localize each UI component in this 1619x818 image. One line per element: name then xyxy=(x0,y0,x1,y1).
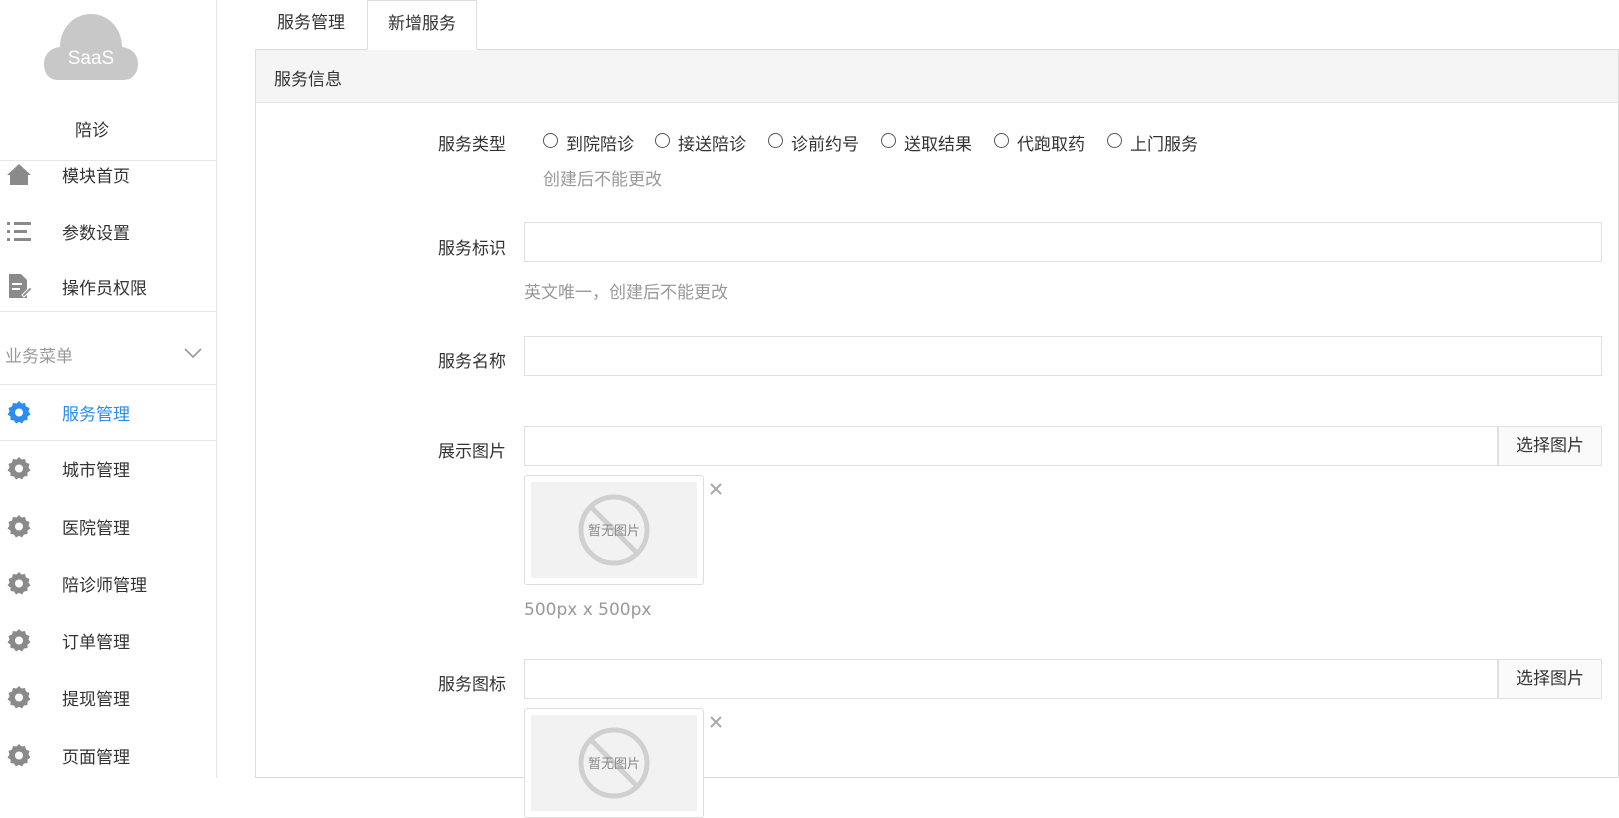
document-edit-icon xyxy=(9,274,32,298)
sidebar-item-operator-permissions[interactable]: 操作员权限 xyxy=(0,265,216,305)
radio-circle xyxy=(543,133,558,148)
radio-option[interactable]: 诊前约号 xyxy=(768,130,859,155)
sidebar-item-page-management[interactable]: 页面管理 xyxy=(0,734,216,774)
divider xyxy=(0,384,216,385)
sidebar: SaaS 陪诊 模块首页 参数设置 操作员权限 业务菜单 服务管理 城市管理 医… xyxy=(0,0,217,778)
radio-option[interactable]: 接送陪诊 xyxy=(655,130,746,155)
sidebar-item-escort-management[interactable]: 陪诊师管理 xyxy=(0,562,216,602)
service-type-label: 服务类型 xyxy=(438,135,506,155)
sidebar-item-label: 操作员权限 xyxy=(62,279,147,299)
service-id-input[interactable] xyxy=(524,222,1602,262)
service-name-label: 服务名称 xyxy=(438,352,506,372)
radio-circle xyxy=(881,133,896,148)
radio-option[interactable]: 到院陪诊 xyxy=(543,130,634,155)
radio-label: 接送陪诊 xyxy=(678,135,746,155)
list-icon xyxy=(7,222,31,241)
panel-title: 服务信息 xyxy=(274,70,342,90)
service-name-input[interactable] xyxy=(524,336,1602,376)
gear-icon xyxy=(7,401,31,424)
group-title: 业务菜单 xyxy=(5,347,73,367)
sidebar-item-city-management[interactable]: 城市管理 xyxy=(0,447,216,487)
service-icon-label: 服务图标 xyxy=(438,675,506,695)
display-image-label: 展示图片 xyxy=(438,442,506,462)
service-type-hint: 创建后不能更改 xyxy=(543,170,662,190)
home-icon xyxy=(7,164,31,185)
image-size-hint: 500px x 500px xyxy=(524,600,652,620)
select-image-button[interactable]: 选择图片 xyxy=(1498,426,1602,466)
service-icon-input[interactable] xyxy=(524,659,1498,699)
radio-label: 诊前约号 xyxy=(791,135,859,155)
radio-label: 代跑取药 xyxy=(1017,135,1085,155)
saas-cloud-logo: SaaS xyxy=(44,14,138,80)
no-image-text: 暂无图片 xyxy=(588,524,640,539)
tab-add-service[interactable]: 新增服务 xyxy=(367,0,477,50)
divider xyxy=(0,440,216,441)
radio-circle xyxy=(994,133,1009,148)
select-icon-button[interactable]: 选择图片 xyxy=(1498,659,1602,699)
radio-option[interactable]: 代跑取药 xyxy=(994,130,1085,155)
gear-icon xyxy=(7,686,31,709)
gear-icon xyxy=(7,629,31,652)
app-name: 陪诊 xyxy=(75,121,109,141)
radio-circle xyxy=(655,133,670,148)
no-image-icon: 暂无图片 xyxy=(578,727,650,799)
gear-icon xyxy=(7,572,31,595)
gear-icon xyxy=(7,457,31,480)
panel-header: 服务信息 xyxy=(256,50,1618,103)
sidebar-item-label: 医院管理 xyxy=(62,519,130,539)
radio-option[interactable]: 送取结果 xyxy=(881,130,972,155)
sidebar-item-label: 模块首页 xyxy=(62,167,130,187)
radio-label: 送取结果 xyxy=(904,135,972,155)
sidebar-item-home[interactable]: 模块首页 xyxy=(0,153,216,193)
divider xyxy=(0,311,216,312)
sidebar-item-hospital-management[interactable]: 医院管理 xyxy=(0,505,216,545)
service-id-hint: 英文唯一，创建后不能更改 xyxy=(524,283,728,303)
main-content: 服务管理 新增服务 服务信息 服务类型 到院陪诊 接送陪诊 诊前约号 送取结果 … xyxy=(255,0,1619,818)
tab-service-management[interactable]: 服务管理 xyxy=(255,0,367,49)
display-image-input[interactable] xyxy=(524,426,1498,466)
sidebar-item-withdrawal-management[interactable]: 提现管理 xyxy=(0,676,216,716)
sidebar-item-label: 陪诊师管理 xyxy=(62,576,147,596)
no-image-text: 暂无图片 xyxy=(588,757,640,772)
close-icon[interactable] xyxy=(708,481,724,497)
sidebar-item-label: 城市管理 xyxy=(62,461,130,481)
radio-circle xyxy=(1107,133,1122,148)
chevron-down-icon xyxy=(184,348,202,359)
icon-preview: 暂无图片 xyxy=(524,708,704,818)
radio-label: 上门服务 xyxy=(1130,135,1198,155)
service-id-label: 服务标识 xyxy=(438,239,506,259)
gear-icon xyxy=(7,744,31,767)
sidebar-item-service-management[interactable]: 服务管理 xyxy=(0,391,216,431)
sidebar-item-label: 参数设置 xyxy=(62,224,130,244)
sidebar-item-label: 订单管理 xyxy=(62,633,130,653)
sidebar-item-label: 服务管理 xyxy=(62,405,130,425)
sidebar-item-order-management[interactable]: 订单管理 xyxy=(0,619,216,659)
sidebar-item-label: 提现管理 xyxy=(62,690,130,710)
tab-bar: 服务管理 新增服务 xyxy=(255,0,1619,50)
sidebar-item-settings[interactable]: 参数设置 xyxy=(0,210,216,250)
radio-option[interactable]: 上门服务 xyxy=(1107,130,1198,155)
gear-icon xyxy=(7,515,31,538)
logo-text: SaaS xyxy=(68,48,114,69)
image-preview: 暂无图片 xyxy=(524,475,704,585)
service-info-panel: 服务信息 服务类型 到院陪诊 接送陪诊 诊前约号 送取结果 代跑取药 上门服务 … xyxy=(255,50,1619,818)
radio-circle xyxy=(768,133,783,148)
sidebar-item-label: 页面管理 xyxy=(62,748,130,768)
radio-label: 到院陪诊 xyxy=(566,135,634,155)
business-menu-toggle[interactable]: 业务菜单 xyxy=(0,323,216,385)
no-image-icon: 暂无图片 xyxy=(578,494,650,566)
close-icon[interactable] xyxy=(708,714,724,730)
